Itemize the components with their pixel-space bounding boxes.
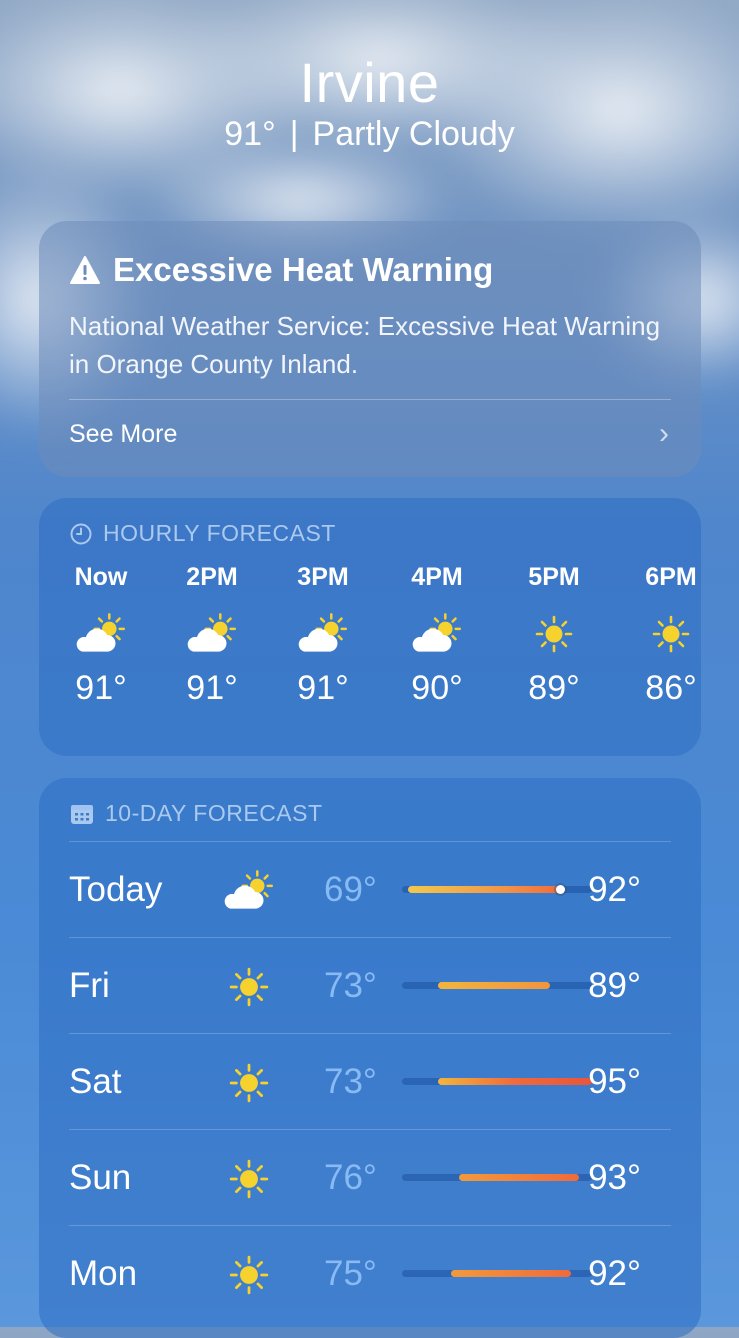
hourly-forecast-title: HOURLY FORECAST <box>103 520 336 546</box>
alert-title-row: Excessive Heat Warning <box>69 251 671 289</box>
hour-temp: 89° <box>528 669 580 707</box>
sun-icon <box>504 599 604 669</box>
high-temp: 89° <box>588 966 641 1005</box>
hour-temp: 91° <box>75 669 127 707</box>
high-temp: 95° <box>588 1062 641 1101</box>
day-name: Mon <box>69 1254 138 1293</box>
temp-range-fill <box>438 1078 592 1085</box>
hour-time: 5PM <box>528 563 580 591</box>
calendar-icon <box>71 804 93 824</box>
temp-range-fill <box>459 1174 579 1181</box>
hour-temp: 90° <box>411 669 463 707</box>
hour-time: 4PM <box>411 563 463 591</box>
sun-icon <box>219 1154 279 1204</box>
low-temp: 75° <box>324 1254 377 1293</box>
partly-cloudy-icon <box>219 866 279 916</box>
temp-range-bar <box>402 1078 592 1085</box>
hour-time: 2PM <box>186 563 238 591</box>
city-name: Irvine <box>299 51 440 114</box>
hour-item: 4PM 90° <box>387 563 487 708</box>
hour-item: 5PM 89° <box>504 563 604 708</box>
partly-cloudy-icon <box>51 599 151 669</box>
day-name: Fri <box>69 966 110 1005</box>
daily-row[interactable]: Mon 75° 92° <box>69 1225 671 1321</box>
high-temp: 93° <box>588 1158 641 1197</box>
clock-icon <box>70 523 92 544</box>
alert-title: Excessive Heat Warning <box>113 251 494 288</box>
temp-range-fill <box>438 982 551 989</box>
hour-item: 2PM 91° <box>162 563 262 708</box>
partly-cloudy-icon <box>162 599 262 669</box>
alert-description: National Weather Service: Excessive Heat… <box>69 311 661 379</box>
hourly-forecast-header: HOURLY FORECAST <box>69 520 701 547</box>
hour-time: Now <box>74 563 128 591</box>
day-name: Sat <box>69 1062 122 1101</box>
hour-time: 3PM <box>297 563 349 591</box>
temp-range-fill <box>407 886 566 893</box>
warning-triangle-icon <box>70 256 100 284</box>
hourly-forecast-card[interactable]: HOURLY FORECAST Now 91° 2PM 91° 3PM 91° 4PM… <box>39 498 701 756</box>
high-temp: 92° <box>588 1254 641 1293</box>
sun-icon <box>219 1058 279 1108</box>
temp-range-bar <box>402 982 592 989</box>
current-temp: 91° <box>224 114 276 153</box>
ten-day-forecast-title: 10-DAY FORECAST <box>105 800 323 826</box>
daily-row[interactable]: Fri 73° 89° <box>69 937 671 1033</box>
current-conditions: 91° | Partly Cloudy <box>0 114 739 155</box>
low-temp: 69° <box>324 870 377 909</box>
sun-icon <box>219 962 279 1012</box>
low-temp: 76° <box>324 1158 377 1197</box>
current-temp-indicator <box>555 885 565 894</box>
temp-range-bar <box>402 1174 592 1181</box>
chevron-right-icon: › <box>659 417 669 450</box>
hour-temp: 91° <box>186 669 238 707</box>
see-more-button[interactable]: See More › <box>69 400 671 468</box>
sun-icon <box>219 1250 279 1300</box>
day-name: Sun <box>69 1158 132 1197</box>
location-header: Irvine 91° | Partly Cloudy <box>0 52 739 154</box>
see-more-label: See More <box>69 419 178 448</box>
ten-day-forecast-header: 10-DAY FORECAST <box>69 800 671 827</box>
hour-temp: 86° <box>645 669 697 707</box>
daily-row[interactable]: Sun 76° 93° <box>69 1129 671 1225</box>
hour-temp: 91° <box>297 669 349 707</box>
low-temp: 73° <box>324 1062 377 1101</box>
temp-range-bar <box>402 1270 592 1277</box>
low-temp: 73° <box>324 966 377 1005</box>
hour-item: Now 91° <box>51 563 151 708</box>
sun-icon <box>621 599 721 669</box>
high-temp: 92° <box>588 870 641 909</box>
partly-cloudy-icon <box>273 599 373 669</box>
ten-day-forecast-card[interactable]: 10-DAY FORECAST Today 69° 92° Fri 73° 89°… <box>39 778 701 1338</box>
temp-range-bar <box>402 885 592 894</box>
hourly-list[interactable]: Now 91° 2PM 91° 3PM 91° 4PM 90° 5PM 89° 6PM 8… <box>69 547 701 747</box>
conditions-separator: | <box>289 114 299 153</box>
day-name: Today <box>69 870 163 909</box>
daily-list: Today 69° 92° Fri 73° 89° Sat 73° 95° Sun 7… <box>69 841 671 1321</box>
temp-range-fill <box>451 1270 572 1277</box>
daily-row[interactable]: Sat 73° 95° <box>69 1033 671 1129</box>
hour-item: 6PM 86° <box>621 563 721 708</box>
heat-warning-card[interactable]: Excessive Heat Warning National Weather … <box>39 221 701 477</box>
hour-time: 6PM <box>645 563 697 591</box>
hour-item: 3PM 91° <box>273 563 373 708</box>
condition-text: Partly Cloudy <box>312 114 515 153</box>
partly-cloudy-icon <box>387 599 487 669</box>
daily-row[interactable]: Today 69° 92° <box>69 841 671 937</box>
